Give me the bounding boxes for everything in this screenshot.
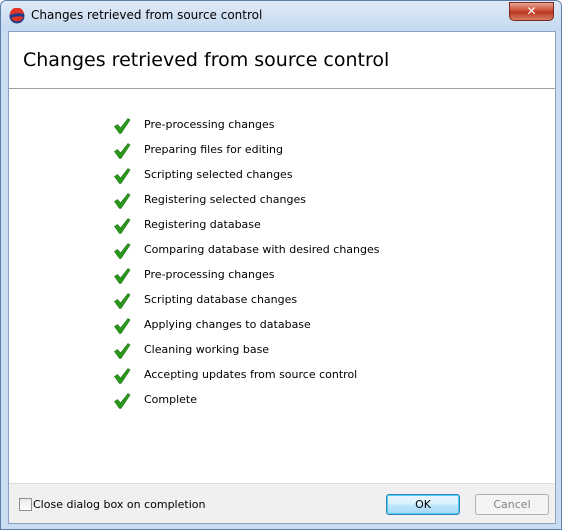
check-icon (114, 343, 131, 359)
title-bar[interactable]: Changes retrieved from source control ✕ (1, 1, 561, 31)
progress-step-label: Accepting updates from source control (144, 368, 358, 381)
progress-step: Complete (113, 390, 433, 415)
dialog-footer: Close dialog box on completion OK Cancel (9, 483, 555, 523)
progress-panel: Pre-processing changes Preparing files fo… (9, 90, 555, 483)
window-title: Changes retrieved from source control (31, 8, 263, 22)
progress-step-label: Registering selected changes (144, 193, 306, 206)
progress-step: Pre-processing changes (113, 115, 433, 140)
progress-step-label: Complete (144, 393, 198, 406)
close-on-completion-checkbox[interactable] (19, 498, 32, 511)
progress-step: Registering database (113, 215, 433, 240)
progress-step-label: Pre-processing changes (144, 118, 275, 131)
check-icon (114, 218, 131, 234)
progress-step-label: Applying changes to database (144, 318, 311, 331)
close-icon: ✕ (526, 4, 537, 18)
check-icon (114, 293, 131, 309)
app-logo-icon (9, 8, 25, 24)
check-icon (114, 368, 131, 384)
progress-step-label: Pre-processing changes (144, 268, 275, 281)
check-icon (114, 318, 131, 334)
progress-step: Scripting database changes (113, 290, 433, 315)
check-icon (114, 168, 131, 184)
check-icon (114, 193, 131, 209)
progress-step: Pre-processing changes (113, 265, 433, 290)
check-icon (114, 243, 131, 259)
dialog-body: Changes retrieved from source control Pr… (8, 31, 556, 524)
cancel-button: Cancel (475, 494, 549, 515)
progress-step-label: Scripting database changes (144, 293, 298, 306)
progress-step: Comparing database with desired changes (113, 240, 433, 265)
progress-step-label: Cleaning working base (144, 343, 270, 356)
dialog-window: Changes retrieved from source control ✕ … (0, 0, 562, 530)
progress-step: Scripting selected changes (113, 165, 433, 190)
check-icon (114, 118, 131, 134)
progress-step: Preparing files for editing (113, 140, 433, 165)
progress-step-label: Registering database (144, 218, 261, 231)
progress-step: Accepting updates from source control (113, 365, 433, 390)
progress-step: Cleaning working base (113, 340, 433, 365)
ok-button[interactable]: OK (386, 494, 460, 515)
dialog-header: Changes retrieved from source control (9, 32, 555, 89)
progress-step-label: Scripting selected changes (144, 168, 293, 181)
progress-step-label: Comparing database with desired changes (144, 243, 380, 256)
check-icon (114, 143, 131, 159)
check-icon (114, 268, 131, 284)
progress-step: Registering selected changes (113, 190, 433, 215)
check-icon (114, 393, 131, 409)
page-title: Changes retrieved from source control (23, 49, 390, 71)
progress-step-label: Preparing files for editing (144, 143, 283, 156)
progress-step: Applying changes to database (113, 315, 433, 340)
close-on-completion-label[interactable]: Close dialog box on completion (33, 498, 205, 511)
progress-steps-list: Pre-processing changes Preparing files fo… (113, 115, 433, 415)
close-button[interactable]: ✕ (509, 2, 554, 21)
